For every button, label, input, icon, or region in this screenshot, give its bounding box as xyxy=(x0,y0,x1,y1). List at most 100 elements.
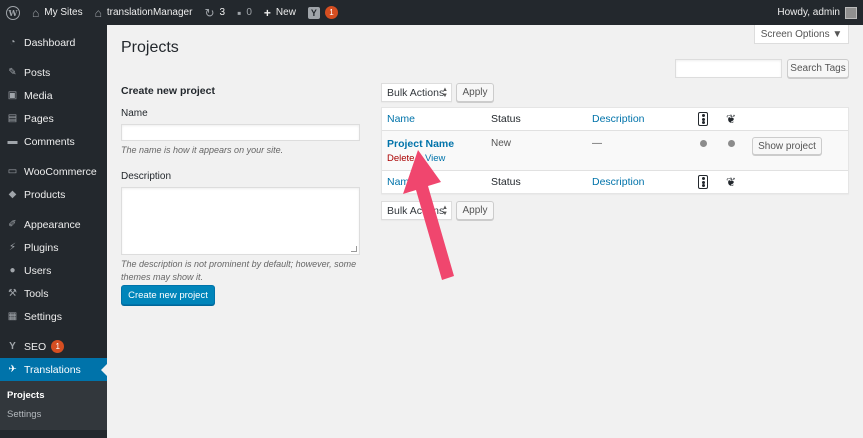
wordpress-logo-icon: W xyxy=(6,5,20,20)
my-sites-label: My Sites xyxy=(44,7,83,18)
sidebar-item-label: Media xyxy=(24,89,53,102)
table-footer-row: Name Status Description ❦ xyxy=(382,170,848,193)
row-actions: Delete | View xyxy=(387,153,454,164)
description-help-text: The description is not prominent by defa… xyxy=(121,259,357,282)
sidebar-item-products[interactable]: ◆ Products xyxy=(0,183,107,206)
status-dot-icon xyxy=(728,140,735,147)
sidebar-item-label: Appearance xyxy=(24,218,81,231)
sidebar-item-label: Dashboard xyxy=(24,36,76,49)
sidebar-item-pages[interactable]: ▤ Pages xyxy=(0,107,107,130)
create-project-form: Create new project Name The name is how … xyxy=(121,85,367,284)
wordpress-logo-menu[interactable]: W xyxy=(0,0,26,25)
products-icon: ◆ xyxy=(8,189,17,200)
my-sites-menu[interactable]: ⌂ My Sites xyxy=(26,0,89,25)
media-icon: ▣ xyxy=(7,90,18,101)
column-footer-name[interactable]: Name xyxy=(387,176,415,188)
avatar xyxy=(845,6,857,19)
description-field[interactable] xyxy=(121,187,360,255)
sidebar-item-media[interactable]: ▣ Media xyxy=(0,84,107,107)
screen-options-button[interactable]: Screen Options ▼ xyxy=(754,25,849,44)
settings-icon: ▦ xyxy=(7,311,18,322)
plugin-icon: ⚡ xyxy=(8,242,17,253)
pages-icon: ▤ xyxy=(7,113,18,124)
sidebar-item-tools[interactable]: ⚒ Tools xyxy=(0,282,107,305)
new-content-menu[interactable]: + New xyxy=(258,0,302,25)
dashboard-icon: ◔ xyxy=(9,37,16,48)
feather-icon: ❦ xyxy=(726,112,737,126)
plus-icon: + xyxy=(263,5,271,20)
sidebar-item-plugins[interactable]: ⚡ Plugins xyxy=(0,236,107,259)
table-row: Project Name Delete | View New — Show pr… xyxy=(382,131,848,170)
column-header-status: Status xyxy=(491,113,521,125)
sidebar-item-settings[interactable]: ▦ Settings xyxy=(0,305,107,328)
sidebar-item-translations[interactable]: ✈ Translations xyxy=(0,358,107,381)
apply-button-bottom[interactable]: Apply xyxy=(456,201,494,220)
site-name-label: translationManager xyxy=(106,7,193,18)
project-name-link[interactable]: Project Name xyxy=(387,138,454,150)
select-arrows-icon: ▲ ▼ xyxy=(442,87,448,99)
create-project-button[interactable]: Create new project xyxy=(121,285,215,305)
select-arrows-icon: ▲ ▼ xyxy=(442,205,448,217)
woocommerce-icon: ▭ xyxy=(7,166,18,177)
sidebar-item-label: Users xyxy=(24,264,52,277)
howdy-label: Howdy, admin xyxy=(777,7,840,18)
project-description: — xyxy=(592,138,602,149)
view-link[interactable]: View xyxy=(425,153,445,164)
sidebar-item-seo[interactable]: Y SEO 1 xyxy=(0,335,107,358)
updates-icon: ↻ xyxy=(204,5,215,20)
sidebar-item-comments[interactable]: ▬ Comments xyxy=(0,130,107,153)
name-field[interactable] xyxy=(121,124,360,141)
column-footer-status: Status xyxy=(491,176,521,188)
comment-bubble-icon: ▪ xyxy=(237,5,242,20)
column-footer-description[interactable]: Description xyxy=(592,176,645,188)
search-tags-button[interactable]: Search Tags xyxy=(787,59,849,78)
submenu-item-settings[interactable]: Settings xyxy=(0,405,107,424)
updates-count: 3 xyxy=(219,7,226,18)
show-project-button[interactable]: Show project xyxy=(752,137,822,155)
home-icon: ⌂ xyxy=(94,5,102,20)
yoast-menu[interactable]: Y 1 xyxy=(302,0,344,25)
my-sites-icon: ⌂ xyxy=(32,5,40,20)
sidebar-item-dashboard[interactable]: ◔ Dashboard xyxy=(0,31,107,54)
account-menu[interactable]: Howdy, admin xyxy=(771,0,863,25)
search-tags-input[interactable] xyxy=(675,59,782,78)
admin-bar: W ⌂ My Sites ⌂ translationManager ↻ 3 ▪ … xyxy=(0,0,863,25)
seo-notification-badge: 1 xyxy=(51,340,65,353)
bulk-actions-label: Bulk Actions xyxy=(387,204,445,217)
table-header-row: Name Status Description ❦ xyxy=(382,108,848,131)
feather-icon: ❦ xyxy=(726,175,737,189)
column-header-description[interactable]: Description xyxy=(592,113,645,125)
pin-icon: ✎ xyxy=(8,67,17,78)
delete-link[interactable]: Delete xyxy=(387,153,414,164)
comments-menu[interactable]: ▪ 0 xyxy=(231,0,258,25)
bulk-actions-select-bottom[interactable]: Bulk Actions ▲ ▼ xyxy=(381,201,452,220)
project-status: New xyxy=(491,138,512,149)
sidebar-item-users[interactable]: ● Users xyxy=(0,259,107,282)
sidebar-item-label: SEO xyxy=(24,340,47,353)
projects-table: Name Status Description ❦ Project Name D… xyxy=(381,107,849,194)
submenu-item-projects[interactable]: Projects xyxy=(0,386,107,405)
column-header-name[interactable]: Name xyxy=(387,113,415,125)
comments-icon: ▬ xyxy=(7,136,18,147)
sidebar-item-posts[interactable]: ✎ Posts xyxy=(0,61,107,84)
sidebar-item-label: Comments xyxy=(24,135,75,148)
sidebar-item-label: Products xyxy=(24,188,66,201)
name-label: Name xyxy=(121,108,148,119)
new-label: New xyxy=(275,7,296,18)
sidebar-item-appearance[interactable]: ✐ Appearance xyxy=(0,213,107,236)
traffic-light-icon xyxy=(698,175,708,189)
traffic-light-icon xyxy=(698,112,708,126)
project-name-cell: Project Name Delete | View xyxy=(387,138,454,164)
updates-menu[interactable]: ↻ 3 xyxy=(198,0,231,25)
apply-button-top[interactable]: Apply xyxy=(456,83,494,102)
users-icon: ● xyxy=(9,265,16,276)
translations-submenu: Projects Settings xyxy=(0,381,107,430)
page-title: Projects xyxy=(121,39,179,56)
comments-count: 0 xyxy=(246,7,252,18)
site-name-menu[interactable]: ⌂ translationManager xyxy=(89,0,199,25)
form-heading: Create new project xyxy=(121,85,215,97)
sidebar-item-label: Plugins xyxy=(24,241,59,254)
bulk-actions-select-top[interactable]: Bulk Actions ▲ ▼ xyxy=(381,83,452,102)
wrench-icon: ⚒ xyxy=(8,288,17,299)
sidebar-item-woocommerce[interactable]: ▭ WooCommerce xyxy=(0,160,107,183)
